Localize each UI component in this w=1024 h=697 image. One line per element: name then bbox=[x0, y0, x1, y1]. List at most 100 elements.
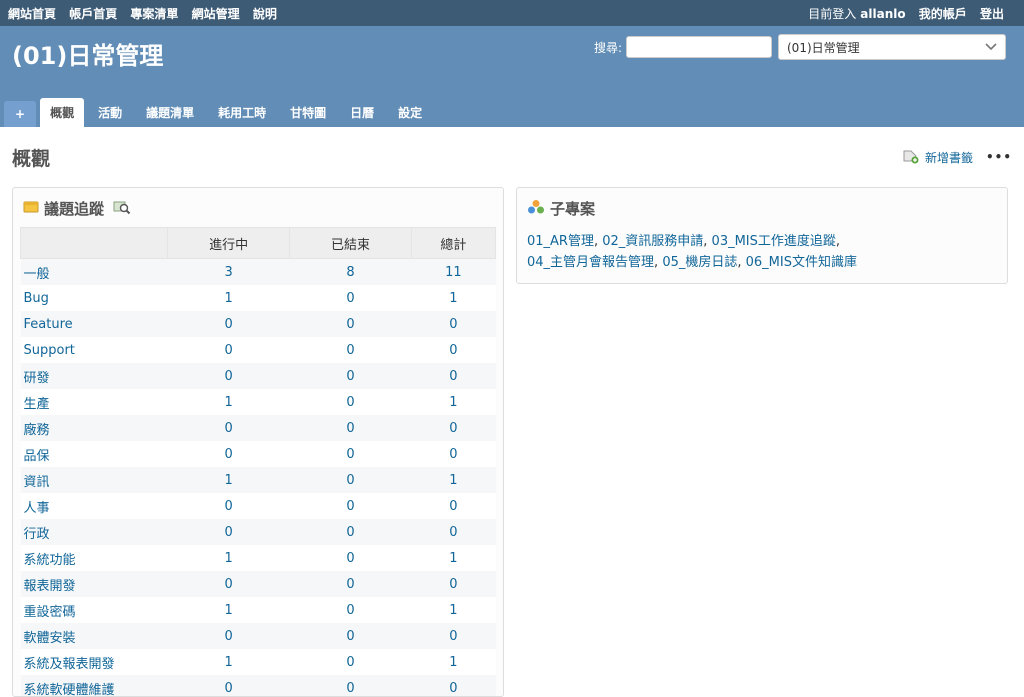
tracker-link[interactable]: 系統及報表開發 bbox=[24, 657, 115, 672]
open-count-link[interactable]: 0 bbox=[225, 629, 233, 644]
closed-count-link[interactable]: 0 bbox=[346, 291, 354, 306]
closed-count-link[interactable]: 0 bbox=[346, 655, 354, 670]
total-count-link[interactable]: 1 bbox=[449, 291, 457, 306]
search-input[interactable] bbox=[626, 36, 772, 58]
table-row: 系統及報表開發 1 0 1 bbox=[21, 649, 496, 675]
total-count-link[interactable]: 1 bbox=[449, 473, 457, 488]
subproject-link-04[interactable]: 04_主管月會報告管理 bbox=[527, 255, 654, 270]
subproject-link-06[interactable]: 06_MIS文件知識庫 bbox=[746, 255, 857, 270]
open-count-link[interactable]: 1 bbox=[225, 603, 233, 618]
top-link-home[interactable]: 網站首頁 bbox=[8, 7, 56, 21]
logout-link[interactable]: 登出 bbox=[980, 7, 1004, 21]
tracker-link[interactable]: 生產 bbox=[24, 397, 50, 412]
total-count-link[interactable]: 0 bbox=[449, 343, 457, 358]
tab-calendar[interactable]: 日曆 bbox=[340, 98, 384, 127]
total-count-link[interactable]: 0 bbox=[449, 629, 457, 644]
closed-count-link[interactable]: 0 bbox=[346, 577, 354, 592]
tab-new-object[interactable]: + bbox=[4, 101, 36, 127]
total-count-link[interactable]: 0 bbox=[449, 421, 457, 436]
closed-count-link[interactable]: 0 bbox=[346, 369, 354, 384]
tracker-link[interactable]: 研發 bbox=[24, 371, 50, 386]
table-cell: 0 bbox=[290, 597, 412, 623]
subproject-link-02[interactable]: 02_資訊服務申請 bbox=[602, 234, 703, 249]
tracker-link[interactable]: 系統功能 bbox=[24, 553, 76, 568]
open-count-link[interactable]: 1 bbox=[225, 473, 233, 488]
open-count-link[interactable]: 0 bbox=[225, 525, 233, 540]
tracker-link[interactable]: Support bbox=[24, 343, 75, 358]
total-count-link[interactable]: 1 bbox=[449, 603, 457, 618]
subproject-link-05[interactable]: 05_機房日誌 bbox=[662, 255, 737, 270]
open-count-link[interactable]: 0 bbox=[225, 317, 233, 332]
tracker-link[interactable]: 廠務 bbox=[24, 423, 50, 438]
tracker-link[interactable]: 人事 bbox=[24, 501, 50, 516]
top-link-administration[interactable]: 網站管理 bbox=[192, 7, 240, 21]
closed-count-link[interactable]: 0 bbox=[346, 629, 354, 644]
tab-overview[interactable]: 概觀 bbox=[40, 98, 84, 127]
total-count-link[interactable]: 0 bbox=[449, 499, 457, 514]
total-count-link[interactable]: 11 bbox=[445, 265, 462, 280]
open-count-link[interactable]: 1 bbox=[225, 395, 233, 410]
open-count-link[interactable]: 0 bbox=[225, 447, 233, 462]
closed-count-link[interactable]: 0 bbox=[346, 421, 354, 436]
closed-count-link[interactable]: 0 bbox=[346, 343, 354, 358]
open-count-link[interactable]: 0 bbox=[225, 577, 233, 592]
total-count-link[interactable]: 0 bbox=[449, 577, 457, 592]
total-count-link[interactable]: 0 bbox=[449, 681, 457, 696]
tab-issues[interactable]: 議題清單 bbox=[136, 98, 204, 127]
closed-count-link[interactable]: 0 bbox=[346, 603, 354, 618]
total-count-link[interactable]: 0 bbox=[449, 447, 457, 462]
tracker-link[interactable]: 報表開發 bbox=[24, 579, 76, 594]
tab-gantt[interactable]: 甘特圖 bbox=[280, 98, 336, 127]
issue-tracking-title: 議題追蹤 bbox=[44, 198, 104, 219]
tracker-link[interactable]: 品保 bbox=[24, 449, 50, 464]
add-bookmark-link[interactable]: 新增書籤 bbox=[925, 149, 973, 166]
magnifier-icon[interactable] bbox=[113, 199, 131, 219]
tab-spent-time[interactable]: 耗用工時 bbox=[208, 98, 276, 127]
project-jump-select[interactable]: (01)日常管理 bbox=[778, 34, 1006, 60]
open-count-link[interactable]: 0 bbox=[225, 681, 233, 696]
total-count-link[interactable]: 0 bbox=[449, 369, 457, 384]
tracker-link[interactable]: 資訊 bbox=[24, 475, 50, 490]
open-count-link[interactable]: 0 bbox=[225, 421, 233, 436]
tracker-link[interactable]: 行政 bbox=[24, 527, 50, 542]
tracker-link[interactable]: 系統軟硬體維護 bbox=[24, 683, 115, 697]
tracker-link[interactable]: Bug bbox=[24, 291, 49, 306]
open-count-link[interactable]: 0 bbox=[225, 343, 233, 358]
closed-count-link[interactable]: 0 bbox=[346, 499, 354, 514]
logged-in-user[interactable]: allanlo bbox=[860, 7, 905, 21]
closed-count-link[interactable]: 0 bbox=[346, 525, 354, 540]
subproject-link-01[interactable]: 01_AR管理 bbox=[527, 234, 594, 249]
subproject-link-03[interactable]: 03_MIS工作進度追蹤 bbox=[712, 234, 836, 249]
closed-count-link[interactable]: 0 bbox=[346, 681, 354, 696]
top-link-projects[interactable]: 專案清單 bbox=[130, 7, 178, 21]
top-link-help[interactable]: 說明 bbox=[253, 7, 277, 21]
open-count-link[interactable]: 0 bbox=[225, 499, 233, 514]
closed-count-link[interactable]: 0 bbox=[346, 395, 354, 410]
open-count-link[interactable]: 3 bbox=[225, 265, 233, 280]
open-count-link[interactable]: 1 bbox=[225, 655, 233, 670]
tracker-link[interactable]: 一般 bbox=[24, 267, 50, 282]
tracker-link[interactable]: 軟體安裝 bbox=[24, 631, 76, 646]
closed-count-link[interactable]: 8 bbox=[346, 265, 354, 280]
table-row: 重設密碼 1 0 1 bbox=[21, 597, 496, 623]
tracker-link[interactable]: 重設密碼 bbox=[24, 605, 76, 620]
open-count-link[interactable]: 1 bbox=[225, 291, 233, 306]
my-account-link[interactable]: 我的帳戶 bbox=[919, 7, 967, 21]
total-count-link[interactable]: 1 bbox=[449, 551, 457, 566]
tracker-link[interactable]: Feature bbox=[24, 317, 73, 332]
closed-count-link[interactable]: 0 bbox=[346, 447, 354, 462]
tab-activity[interactable]: 活動 bbox=[88, 98, 132, 127]
top-link-my-page[interactable]: 帳戶首頁 bbox=[69, 7, 117, 21]
open-count-link[interactable]: 1 bbox=[225, 551, 233, 566]
closed-count-link[interactable]: 0 bbox=[346, 317, 354, 332]
more-actions-icon[interactable]: ••• bbox=[986, 150, 1012, 164]
total-count-link[interactable]: 1 bbox=[449, 655, 457, 670]
tab-settings[interactable]: 設定 bbox=[388, 98, 432, 127]
total-count-link[interactable]: 1 bbox=[449, 395, 457, 410]
total-count-link[interactable]: 0 bbox=[449, 317, 457, 332]
total-count-link[interactable]: 0 bbox=[449, 525, 457, 540]
open-count-link[interactable]: 0 bbox=[225, 369, 233, 384]
closed-count-link[interactable]: 0 bbox=[346, 473, 354, 488]
closed-count-link[interactable]: 0 bbox=[346, 551, 354, 566]
table-cell: 0 bbox=[168, 415, 290, 441]
